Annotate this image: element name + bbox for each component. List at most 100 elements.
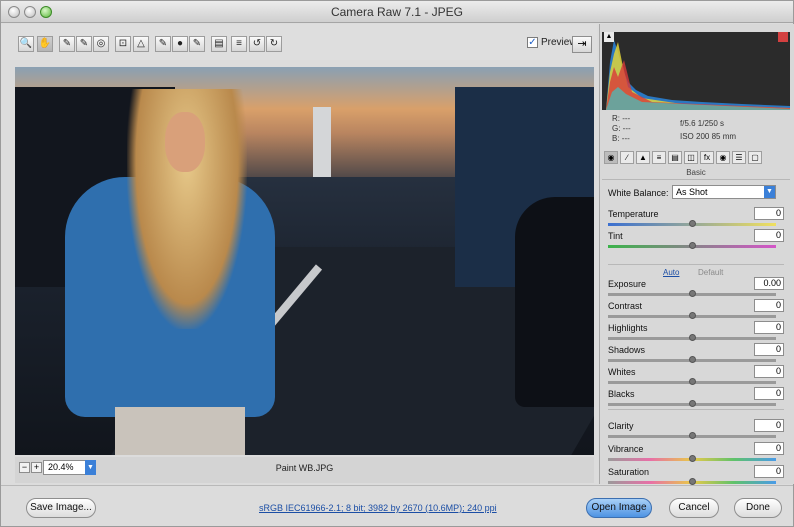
- slider-value-input[interactable]: 0: [754, 299, 784, 312]
- image-filename: Paint WB.JPG: [275, 463, 334, 473]
- title-bar: Camera Raw 7.1 - JPEG: [1, 1, 793, 23]
- open-image-button[interactable]: Open Image: [586, 498, 652, 518]
- slider-contrast[interactable]: Contrast 0: [608, 299, 784, 323]
- white-balance-tool-icon[interactable]: ✎: [59, 36, 75, 52]
- graduated-filter-icon[interactable]: ▤: [211, 36, 227, 52]
- preview-checkbox[interactable]: ✓ Preview: [527, 37, 577, 48]
- histogram-graph: [606, 40, 790, 110]
- divider: [608, 264, 784, 265]
- tab-hsl[interactable]: ≡: [652, 151, 666, 164]
- slider-thumb[interactable]: [689, 378, 696, 385]
- slider-label: Exposure: [608, 279, 647, 289]
- slider-clarity[interactable]: Clarity 0: [608, 419, 784, 443]
- hand-tool-icon[interactable]: ✋: [37, 36, 53, 52]
- slider-value-input[interactable]: 0: [754, 321, 784, 334]
- rotate-right-icon[interactable]: ↻: [266, 36, 282, 52]
- cancel-button[interactable]: Cancel: [669, 498, 719, 518]
- tab-effects[interactable]: fx: [700, 151, 714, 164]
- slider-highlights[interactable]: Highlights 0: [608, 321, 784, 345]
- bottom-bar: Save Image... sRGB IEC61966-2.1; 8 bit; …: [1, 485, 793, 526]
- rotate-left-icon[interactable]: ↺: [249, 36, 265, 52]
- histogram-info: R: --- G: --- B: --- f/5.6 1/250 s ISO 2…: [602, 112, 790, 148]
- tab-tone-curve[interactable]: ∕: [620, 151, 634, 164]
- slider-exposure[interactable]: Exposure 0.00: [608, 277, 784, 301]
- slider-thumb[interactable]: [689, 290, 696, 297]
- slider-tint[interactable]: Tint 0: [608, 229, 784, 253]
- slider-value-input[interactable]: 0: [754, 207, 784, 220]
- default-link[interactable]: Default: [698, 268, 723, 277]
- tab-presets[interactable]: ☰: [732, 151, 746, 164]
- slider-thumb[interactable]: [689, 432, 696, 439]
- slider-value-input[interactable]: 0: [754, 229, 784, 242]
- zoom-tool-icon[interactable]: 🔍: [18, 36, 34, 52]
- preferences-icon[interactable]: ≡: [231, 36, 247, 52]
- red-eye-tool-icon[interactable]: ●: [172, 36, 188, 52]
- slider-value-input[interactable]: 0: [754, 387, 784, 400]
- slider-value-input[interactable]: 0.00: [754, 277, 784, 290]
- section-title: Basic: [602, 168, 790, 180]
- slider-thumb[interactable]: [689, 478, 696, 485]
- done-button[interactable]: Done: [734, 498, 782, 518]
- slider-label: Contrast: [608, 301, 643, 311]
- slider-value-input[interactable]: 0: [754, 365, 784, 378]
- shadow-clipping-warning-icon[interactable]: ▲: [604, 32, 614, 42]
- spot-removal-tool-icon[interactable]: ✎: [155, 36, 171, 52]
- slider-label: Blacks: [608, 389, 635, 399]
- slider-value-input[interactable]: 0: [754, 343, 784, 356]
- panel-tabs: ◉ ∕ ▲ ≡ ▤ ◫ fx ◉ ☰ ▢: [602, 151, 790, 166]
- targeted-adjustment-tool-icon[interactable]: ◎: [93, 36, 109, 52]
- white-balance-select[interactable]: As Shot ▼: [672, 185, 776, 199]
- color-sampler-tool-icon[interactable]: ✎: [76, 36, 92, 52]
- tab-lens-corrections[interactable]: ◫: [684, 151, 698, 164]
- chevron-down-icon[interactable]: ▼: [764, 186, 775, 198]
- straighten-tool-icon[interactable]: △: [133, 36, 149, 52]
- highlight-clipping-warning-icon[interactable]: [778, 32, 788, 42]
- model-face: [165, 112, 205, 172]
- aperture-shutter: f/5.6 1/250 s: [680, 119, 725, 128]
- green-readout: G: ---: [612, 124, 631, 133]
- slider-blacks[interactable]: Blacks 0: [608, 387, 784, 411]
- slider-whites[interactable]: Whites 0: [608, 365, 784, 389]
- toolbar: ✓ Preview ⇥ 🔍 ✋ ✎ ✎ ◎ ⊡ △ ✎ ● ✎ ▤ ≡ ↺ ↻: [1, 24, 597, 60]
- window-title: Camera Raw 7.1 - JPEG: [330, 5, 464, 19]
- tab-split-toning[interactable]: ▤: [668, 151, 682, 164]
- slider-label: Whites: [608, 367, 636, 377]
- right-panel: ▲ R: --- G: --- B: --- f/5.6 1/250 s ISO…: [599, 24, 794, 485]
- camera-raw-window: Camera Raw 7.1 - JPEG ✓ Preview ⇥ 🔍 ✋ ✎ ✎ ◎ ⊡…: [0, 0, 794, 527]
- iso-lens: ISO 200 85 mm: [680, 132, 737, 141]
- tab-basic[interactable]: ◉: [604, 151, 618, 164]
- blue-readout: B: ---: [612, 134, 630, 143]
- slider-label: Vibrance: [608, 444, 644, 454]
- slider-thumb[interactable]: [689, 455, 696, 462]
- slider-thumb[interactable]: [689, 312, 696, 319]
- slider-label: Shadows: [608, 345, 646, 355]
- workflow-options-link[interactable]: sRGB IEC61966-2.1; 8 bit; 3982 by 2670 (…: [259, 503, 497, 513]
- fullscreen-toggle-button[interactable]: ⇥: [572, 36, 592, 53]
- slider-label: Saturation: [608, 467, 650, 477]
- image-preview[interactable]: [15, 67, 594, 455]
- red-readout: R: ---: [612, 114, 631, 123]
- tab-snapshots[interactable]: ▢: [748, 151, 762, 164]
- crop-tool-icon[interactable]: ⊡: [115, 36, 131, 52]
- slider-thumb[interactable]: [689, 242, 696, 249]
- slider-label: Temperature: [608, 209, 659, 219]
- slider-thumb[interactable]: [689, 220, 696, 227]
- slider-label: Clarity: [608, 421, 634, 431]
- slider-thumb[interactable]: [689, 400, 696, 407]
- adjustment-brush-icon[interactable]: ✎: [189, 36, 205, 52]
- tab-detail[interactable]: ▲: [636, 151, 650, 164]
- auto-link[interactable]: Auto: [663, 268, 679, 277]
- slider-value-input[interactable]: 0: [754, 442, 784, 455]
- zoom-bar: − + 20.4% ▼ Paint WB.JPG: [15, 457, 594, 483]
- slider-thumb[interactable]: [689, 334, 696, 341]
- slider-value-input[interactable]: 0: [754, 465, 784, 478]
- slider-shadows[interactable]: Shadows 0: [608, 343, 784, 367]
- slider-thumb[interactable]: [689, 356, 696, 363]
- slider-value-input[interactable]: 0: [754, 419, 784, 432]
- save-image-button[interactable]: Save Image...: [26, 498, 96, 518]
- preview-check-icon[interactable]: ✓: [527, 37, 538, 48]
- lighthouse: [313, 107, 331, 177]
- slider-temperature[interactable]: Temperature 0: [608, 207, 784, 231]
- tab-camera-calibration[interactable]: ◉: [716, 151, 730, 164]
- slider-vibrance[interactable]: Vibrance 0: [608, 442, 784, 466]
